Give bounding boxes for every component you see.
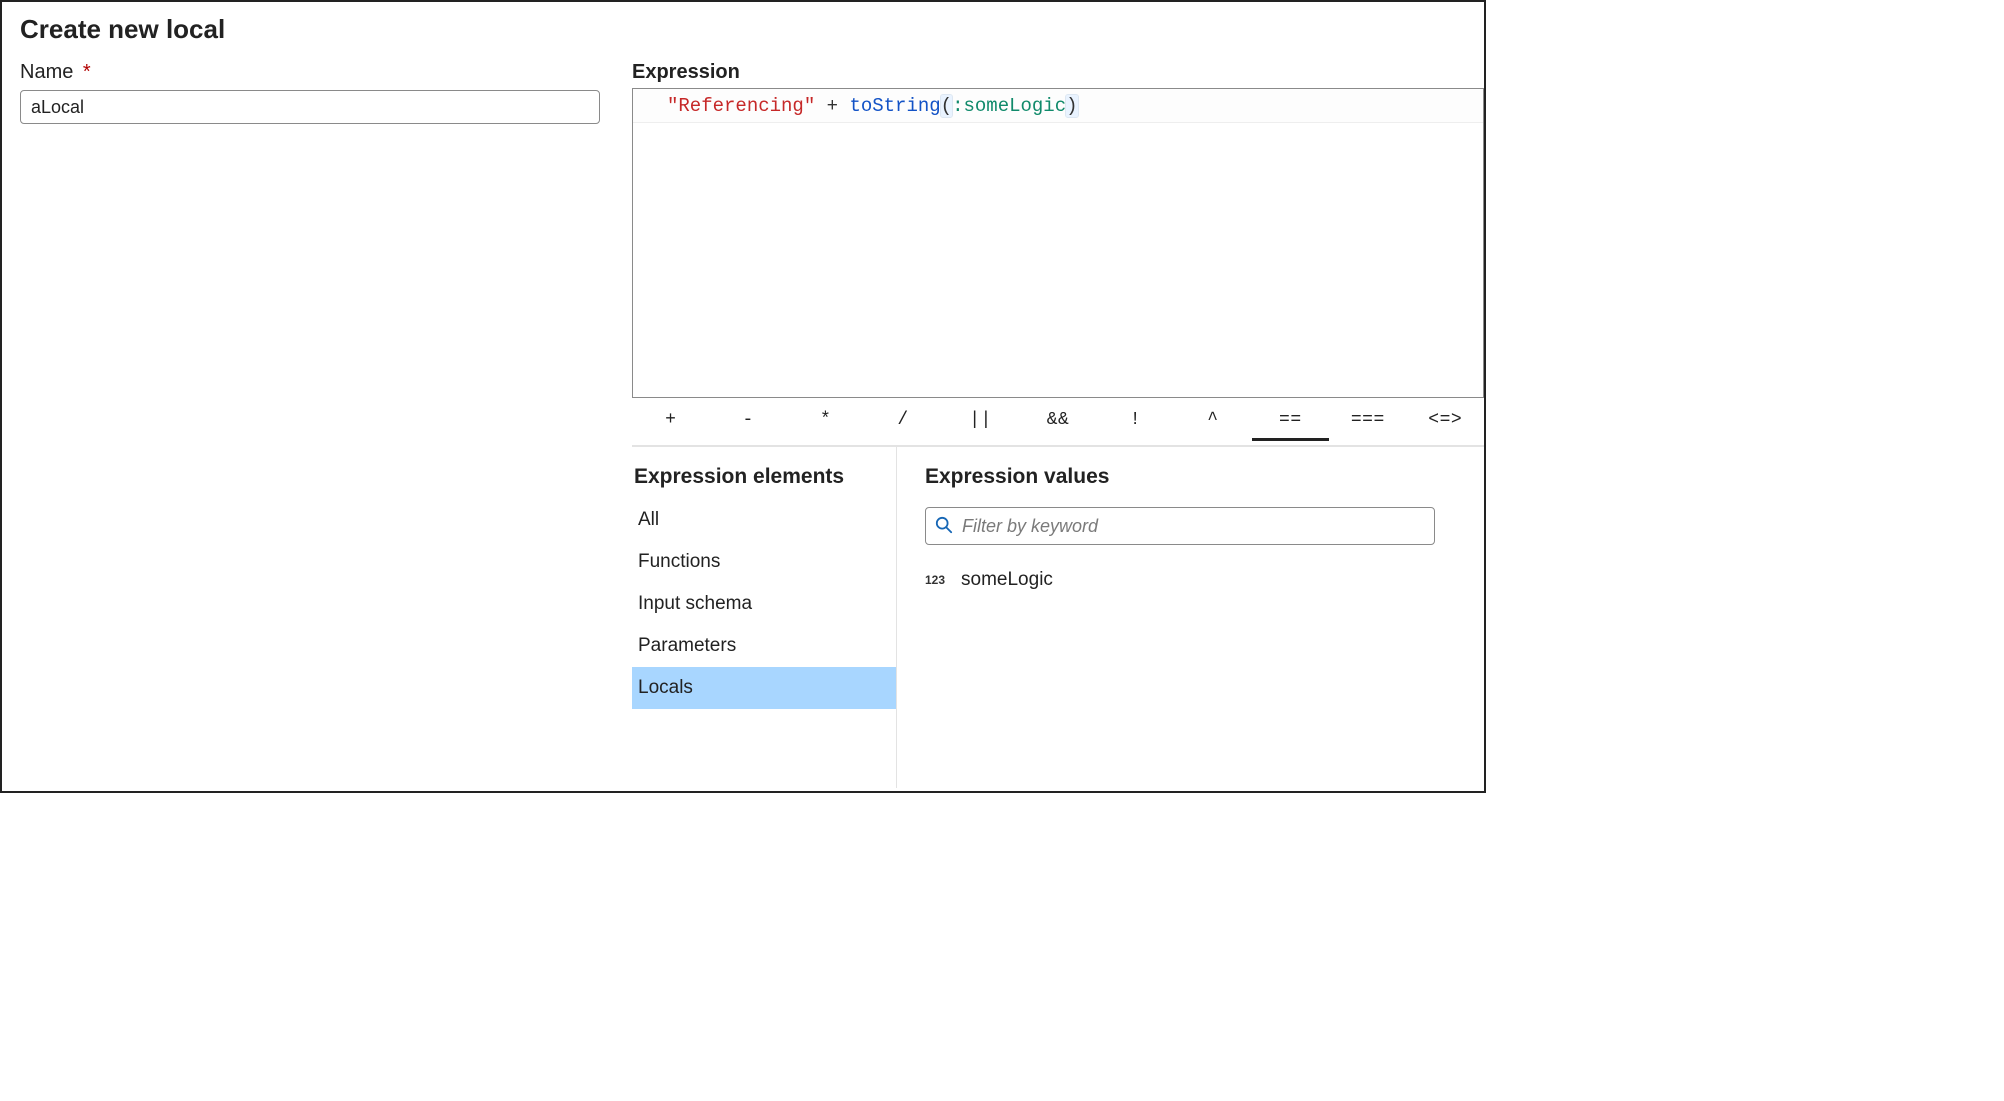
right-pane: Expression "Referencing" + toString(:som… [632, 55, 1484, 788]
expression-elements-panel: Expression elements All Functions Input … [632, 447, 897, 788]
op-eq[interactable]: == [1252, 402, 1329, 441]
elements-item-all[interactable]: All [632, 499, 896, 541]
token-function: toString [849, 95, 940, 117]
token-param-name: someLogic [963, 95, 1066, 117]
expression-code[interactable]: "Referencing" + toString(:someLogic) [667, 90, 1078, 122]
elements-item-functions[interactable]: Functions [632, 541, 896, 583]
elements-list: All Functions Input schema Parameters Lo… [632, 499, 896, 709]
op-mult[interactable]: * [787, 402, 864, 441]
expression-line[interactable]: "Referencing" + toString(:someLogic) [633, 89, 1483, 123]
bottom-panels: Expression elements All Functions Input … [632, 446, 1484, 788]
values-heading: Expression values [925, 459, 1466, 499]
op-not[interactable]: ! [1097, 402, 1174, 441]
values-filter-input[interactable] [925, 507, 1435, 545]
token-lparen: ( [941, 95, 952, 117]
op-minus[interactable]: - [709, 402, 786, 441]
op-and[interactable]: && [1019, 402, 1096, 441]
elements-item-parameters[interactable]: Parameters [632, 625, 896, 667]
elements-heading: Expression elements [632, 459, 896, 499]
required-indicator: * [83, 61, 91, 83]
expression-editor[interactable]: "Referencing" + toString(:someLogic) [632, 88, 1484, 398]
value-item-label: someLogic [961, 569, 1053, 591]
left-pane: Name * [2, 55, 632, 788]
elements-item-locals[interactable]: Locals [632, 667, 896, 709]
token-rparen: ) [1066, 95, 1077, 117]
op-cmp[interactable]: <=> [1407, 402, 1484, 441]
expression-label: Expression [632, 61, 1484, 84]
op-seq[interactable]: === [1329, 402, 1406, 441]
page-title: Create new local [2, 2, 1484, 55]
op-or[interactable]: || [942, 402, 1019, 441]
expression-values-panel: Expression values 123 someLogic [897, 447, 1484, 788]
name-input[interactable] [20, 90, 600, 124]
token-param-prefix: : [952, 95, 963, 117]
value-item[interactable]: 123 someLogic [925, 563, 1466, 597]
token-plus: + [827, 95, 838, 117]
name-label-text: Name [20, 61, 73, 83]
elements-item-input-schema[interactable]: Input schema [632, 583, 896, 625]
operator-toolbar: + - * / || && ! ^ == === <=> [632, 398, 1484, 446]
op-div[interactable]: / [864, 402, 941, 441]
dialog-create-local: Create new local Name * Expression "Refe… [0, 0, 1486, 793]
token-string: "Referencing" [667, 95, 815, 117]
op-plus[interactable]: + [632, 402, 709, 441]
name-field-label: Name * [20, 61, 614, 84]
type-badge-number-icon: 123 [925, 573, 945, 587]
op-xor[interactable]: ^ [1174, 402, 1251, 441]
content-area: Name * Expression "Referencing" + toStri… [2, 55, 1484, 788]
